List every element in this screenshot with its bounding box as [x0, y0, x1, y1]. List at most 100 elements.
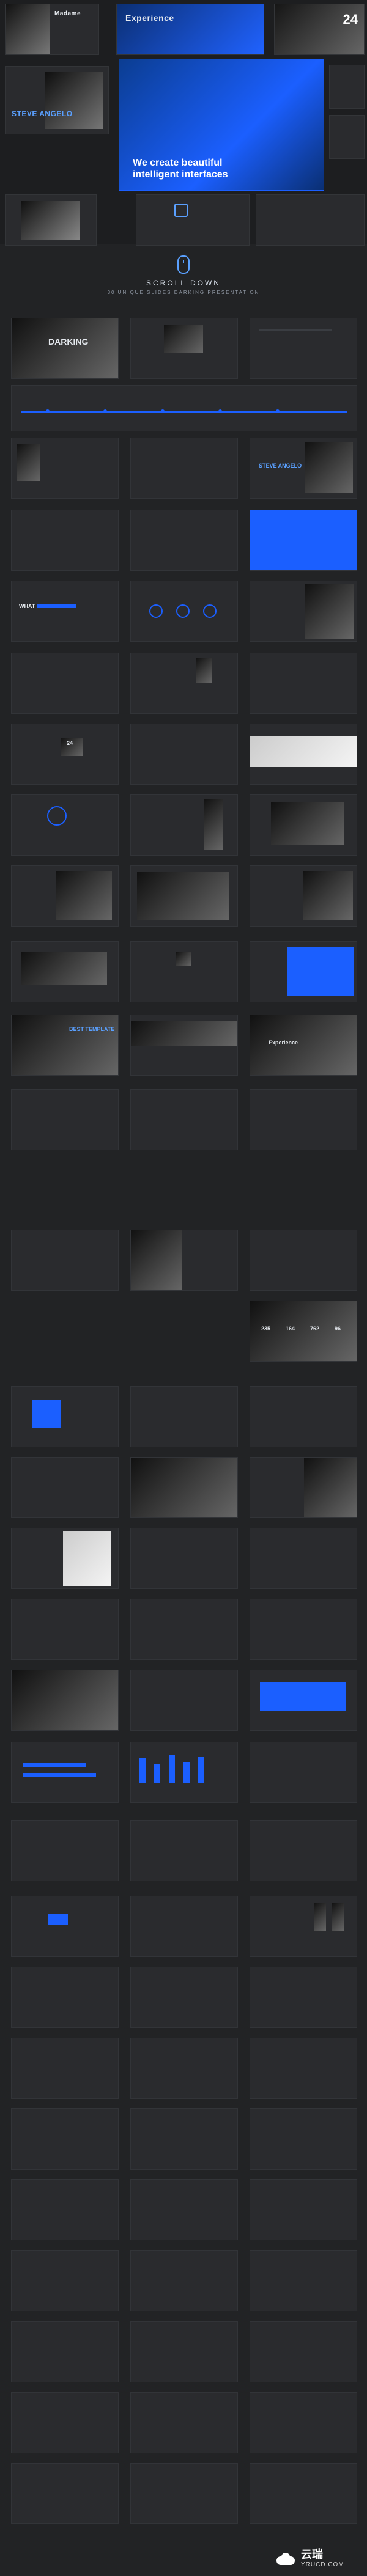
slide-thumb: Experience	[250, 1015, 357, 1076]
slide-thumb	[130, 2392, 238, 2453]
column-2	[154, 1764, 160, 1783]
hero-slide-steve: STEVE ANGELO	[5, 66, 109, 134]
landscape-image	[131, 1021, 237, 1046]
slide-thumb	[11, 1670, 119, 1731]
slide-thumb	[11, 1089, 119, 1150]
hero-slide-bottom-left	[5, 194, 97, 246]
slide-thumb	[130, 1820, 238, 1881]
scroll-title: SCROLL DOWN	[146, 278, 221, 287]
phone-image	[196, 658, 212, 683]
watermark-title: 云瑞	[301, 2548, 323, 2561]
slide-thumb	[250, 1670, 357, 1731]
puzzle-graphic	[32, 1400, 61, 1428]
hero-slide-experience: Experience	[116, 4, 264, 55]
blue-bar	[37, 604, 76, 608]
cover-image	[12, 318, 118, 378]
slide-thumb	[11, 2250, 119, 2311]
mouse-icon	[177, 255, 190, 274]
slide-thumb	[130, 941, 238, 1002]
what-label: WHAT	[19, 603, 35, 609]
hero-slide-blue: We create beautiful intelligent interfac…	[119, 59, 324, 191]
slide-thumb	[11, 865, 119, 927]
athlete-image	[45, 72, 103, 129]
timeline-line	[21, 411, 347, 413]
slide-thumb	[11, 941, 119, 1002]
slide-thumb	[130, 1528, 238, 1589]
slide-thumb	[130, 1015, 238, 1076]
hero-slide-madame: Madame	[5, 4, 99, 55]
ring-1	[149, 604, 163, 618]
hero-slide-bottom-mid	[136, 194, 250, 246]
slide-thumb	[130, 1230, 238, 1291]
timeline-dot-2	[103, 409, 107, 413]
slide-thumb	[250, 1386, 357, 1447]
slide-thumb	[130, 2179, 238, 2240]
tower-image	[131, 1458, 237, 1517]
architecture-image	[305, 584, 354, 639]
timeline-dot-4	[218, 409, 222, 413]
timeline-dot-3	[161, 409, 165, 413]
slide-thumb	[130, 318, 238, 379]
slide-thumb: 235 164 762 96	[250, 1301, 357, 1362]
phone-mockup	[332, 1903, 344, 1931]
slide-thumb	[11, 1230, 119, 1291]
team-photos	[21, 952, 107, 985]
hero-slide-bottom-right	[256, 194, 365, 246]
scroll-hint: SCROLL DOWN 30 UNIQUE SLIDES DARKING PRE…	[0, 251, 367, 299]
slide-line	[259, 329, 332, 331]
slide-thumb	[11, 1528, 119, 1589]
best-template-label: BEST TEMPLATE	[69, 1026, 115, 1032]
slide-thumb: DARKING	[11, 318, 119, 379]
cloud-icon	[275, 2552, 296, 2565]
slide-thumb	[130, 2250, 238, 2311]
blue-list	[287, 947, 354, 996]
stat-96: 96	[335, 1326, 341, 1332]
map-highlight	[48, 1914, 68, 1925]
athlete-image	[305, 442, 353, 493]
slide-thumb	[130, 438, 238, 499]
slide-thumb	[250, 941, 357, 1002]
pattern-image	[164, 325, 203, 353]
slide-thumb	[130, 794, 238, 856]
watermark: 云瑞 YRUCD.COM	[275, 2548, 361, 2569]
slide-thumb	[250, 2321, 357, 2382]
landscape-image	[12, 1015, 118, 1075]
slide-thumb	[130, 1742, 238, 1803]
progress-bar-1	[23, 1763, 86, 1767]
blue-slide-headline: We create beautiful intelligent interfac…	[133, 158, 228, 180]
slide-thumb	[11, 653, 119, 714]
slide-thumb	[130, 1896, 238, 1957]
feature-icon	[174, 204, 188, 217]
hero-slide-right-1	[329, 65, 365, 109]
madame-label: Madame	[54, 10, 81, 17]
darking-title: DARKING	[48, 337, 89, 347]
number-24: 24	[67, 740, 73, 746]
wheel-icon	[47, 806, 67, 826]
slide-thumb	[250, 1528, 357, 1589]
slide-thumb	[11, 438, 119, 499]
slide-thumb	[250, 1599, 357, 1660]
slide-thumb	[250, 1967, 357, 2028]
slide-thumb	[11, 1742, 119, 1803]
slide-thumb	[250, 1896, 357, 1957]
slide-thumb	[130, 510, 238, 571]
slide-thumb	[130, 865, 238, 927]
hero-slide-right-2	[329, 115, 365, 159]
experience-label: Experience	[269, 1040, 298, 1046]
ring-3	[203, 604, 217, 618]
portrait-image	[6, 4, 50, 54]
slide-thumb: BEST TEMPLATE	[11, 1015, 119, 1076]
slide-thumb	[250, 2179, 357, 2240]
slide-thumb	[130, 653, 238, 714]
slide-thumb	[11, 2392, 119, 2453]
slide-thumb: STEVE ANGELO	[250, 438, 357, 499]
slide-thumb	[11, 1820, 119, 1881]
object-image	[303, 871, 353, 920]
slide-thumb	[130, 1599, 238, 1660]
column-1	[139, 1758, 146, 1783]
slide-thumb	[250, 1089, 357, 1150]
silhouette-image	[63, 1531, 111, 1586]
progress-bar-2	[23, 1773, 96, 1777]
slide-thumb	[130, 581, 238, 642]
area-chart	[260, 1682, 346, 1711]
